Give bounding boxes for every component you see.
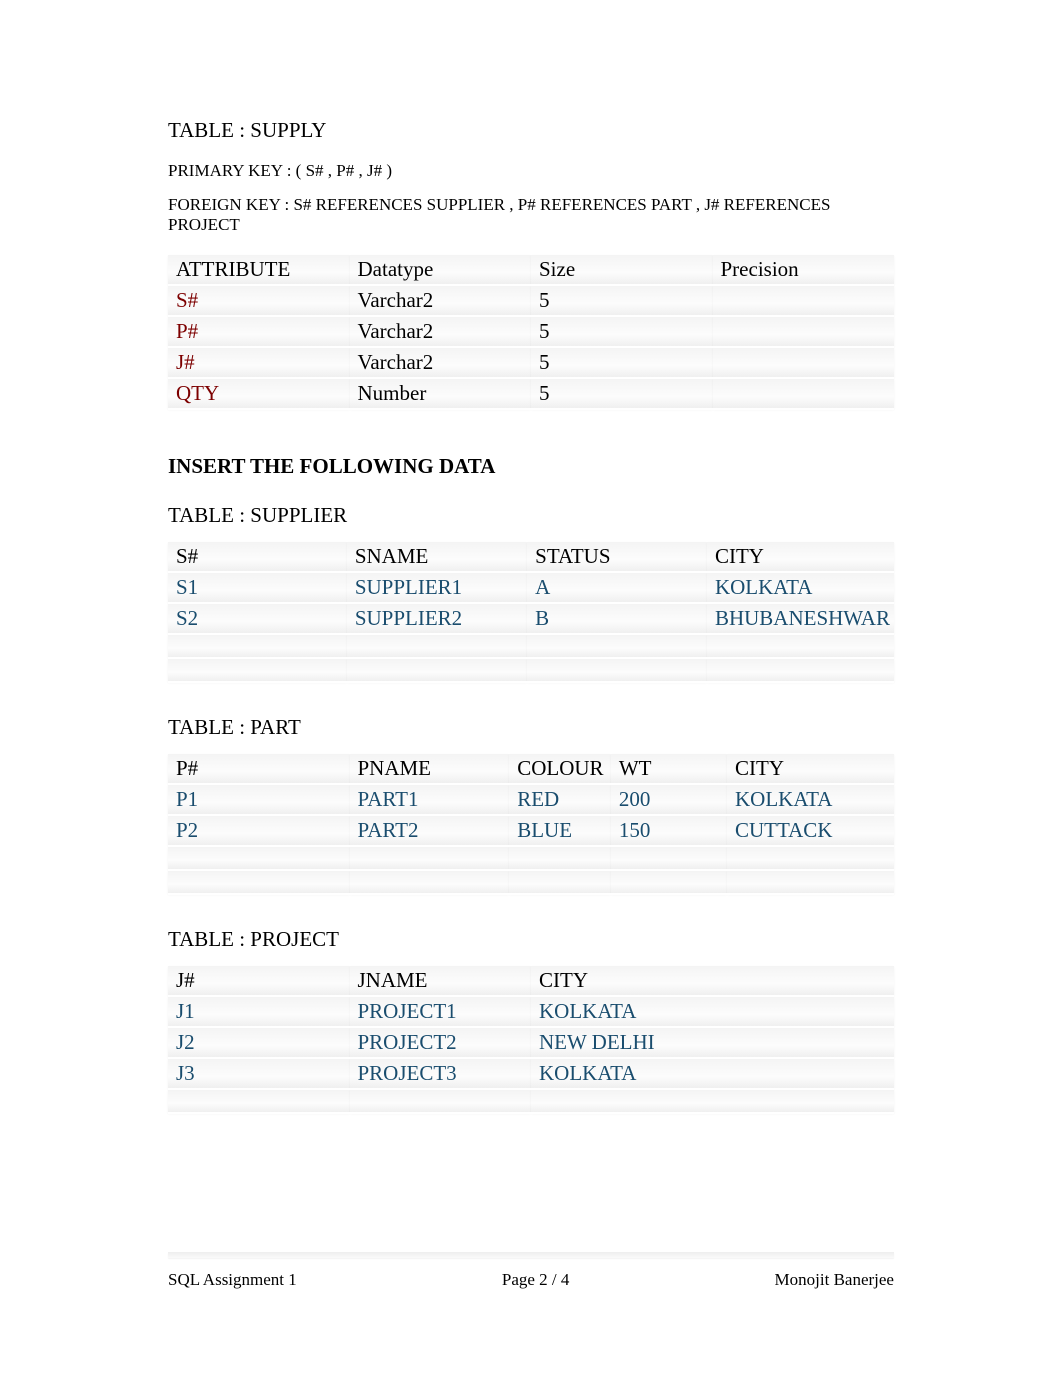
project-table: J# JNAME CITY J1 PROJECT1 KOLKATA J2 PRO…	[168, 966, 894, 1114]
footer-right: Monojit Banerjee	[775, 1270, 894, 1290]
footer-left: SQL Assignment 1	[168, 1270, 297, 1290]
col-header: J#	[168, 966, 350, 996]
col-header: CITY	[531, 966, 894, 996]
cell: 200	[611, 784, 727, 815]
cell: SUPPLIER1	[347, 572, 527, 603]
table-row	[168, 634, 894, 658]
table-row: S# Varchar2 5	[168, 285, 894, 316]
cell: A	[527, 572, 707, 603]
table-row: J3 PROJECT3 KOLKATA	[168, 1058, 894, 1089]
table-row: ATTRIBUTE Datatype Size Precision	[168, 255, 894, 285]
col-header: PNAME	[350, 754, 510, 784]
cell: S#	[168, 285, 350, 316]
col-header: CITY	[727, 754, 894, 784]
cell: KOLKATA	[727, 784, 894, 815]
cell: PART1	[350, 784, 510, 815]
table-row: J2 PROJECT2 NEW DELHI	[168, 1027, 894, 1058]
table-row: J1 PROJECT1 KOLKATA	[168, 996, 894, 1027]
cell: 5	[531, 285, 713, 316]
cell: P#	[168, 316, 350, 347]
cell: CUTTACK	[727, 815, 894, 846]
cell: BHUBANESHWAR	[707, 603, 894, 634]
supplier-table-title: TABLE : SUPPLIER	[168, 503, 894, 528]
table-row: P1 PART1 RED 200 KOLKATA	[168, 784, 894, 815]
table-row	[168, 1089, 894, 1113]
cell: J2	[168, 1027, 350, 1058]
cell: J3	[168, 1058, 350, 1089]
cell: Number	[350, 378, 532, 409]
cell: 5	[531, 347, 713, 378]
table-row: P# Varchar2 5	[168, 316, 894, 347]
supply-primary-key: PRIMARY KEY : ( S# , P# , J# )	[168, 161, 894, 181]
cell: NEW DELHI	[531, 1027, 894, 1058]
cell: KOLKATA	[531, 996, 894, 1027]
cell: KOLKATA	[531, 1058, 894, 1089]
cell: S2	[168, 603, 347, 634]
cell: PART2	[350, 815, 510, 846]
part-table: P# PNAME COLOUR WT CITY P1 PART1 RED 200…	[168, 754, 894, 895]
cell	[713, 347, 895, 378]
part-table-title: TABLE : PART	[168, 715, 894, 740]
cell: 5	[531, 378, 713, 409]
page-footer: SQL Assignment 1 Page 2 / 4 Monojit Bane…	[168, 1270, 894, 1290]
insert-heading: INSERT THE FOLLOWING DATA	[168, 454, 894, 479]
cell: 5	[531, 316, 713, 347]
cell	[713, 378, 895, 409]
footer-center: Page 2 / 4	[502, 1270, 570, 1290]
col-header: STATUS	[527, 542, 707, 572]
supply-table: ATTRIBUTE Datatype Size Precision S# Var…	[168, 255, 894, 410]
table-row: J# Varchar2 5	[168, 347, 894, 378]
col-header: JNAME	[350, 966, 532, 996]
cell: PROJECT2	[350, 1027, 532, 1058]
cell: QTY	[168, 378, 350, 409]
supply-table-title: TABLE : SUPPLY	[168, 118, 894, 143]
cell: J1	[168, 996, 350, 1027]
cell: 150	[611, 815, 727, 846]
table-row: QTY Number 5	[168, 378, 894, 409]
col-header: SNAME	[347, 542, 527, 572]
col-header: COLOUR	[509, 754, 611, 784]
col-header: ATTRIBUTE	[168, 255, 350, 285]
col-header: CITY	[707, 542, 894, 572]
footer-divider	[168, 1252, 894, 1258]
cell	[713, 316, 895, 347]
cell: RED	[509, 784, 611, 815]
cell: SUPPLIER2	[347, 603, 527, 634]
project-table-title: TABLE : PROJECT	[168, 927, 894, 952]
cell: P2	[168, 815, 350, 846]
col-header: Precision	[713, 255, 895, 285]
supplier-table: S# SNAME STATUS CITY S1 SUPPLIER1 A KOLK…	[168, 542, 894, 683]
cell: S1	[168, 572, 347, 603]
col-header: S#	[168, 542, 347, 572]
table-row: P# PNAME COLOUR WT CITY	[168, 754, 894, 784]
table-row: J# JNAME CITY	[168, 966, 894, 996]
col-header: P#	[168, 754, 350, 784]
cell: PROJECT1	[350, 996, 532, 1027]
table-row	[168, 658, 894, 682]
cell	[713, 285, 895, 316]
supply-foreign-key: FOREIGN KEY : S# REFERENCES SUPPLIER , P…	[168, 195, 894, 235]
table-row: S# SNAME STATUS CITY	[168, 542, 894, 572]
col-header: Size	[531, 255, 713, 285]
col-header: Datatype	[350, 255, 532, 285]
cell: Varchar2	[350, 285, 532, 316]
cell: Varchar2	[350, 316, 532, 347]
cell: Varchar2	[350, 347, 532, 378]
cell: BLUE	[509, 815, 611, 846]
cell: PROJECT3	[350, 1058, 532, 1089]
table-row: S2 SUPPLIER2 B BHUBANESHWAR	[168, 603, 894, 634]
col-header: WT	[611, 754, 727, 784]
cell: B	[527, 603, 707, 634]
cell: KOLKATA	[707, 572, 894, 603]
table-row: S1 SUPPLIER1 A KOLKATA	[168, 572, 894, 603]
table-row	[168, 870, 894, 894]
table-row	[168, 846, 894, 870]
cell: P1	[168, 784, 350, 815]
cell: J#	[168, 347, 350, 378]
table-row: P2 PART2 BLUE 150 CUTTACK	[168, 815, 894, 846]
